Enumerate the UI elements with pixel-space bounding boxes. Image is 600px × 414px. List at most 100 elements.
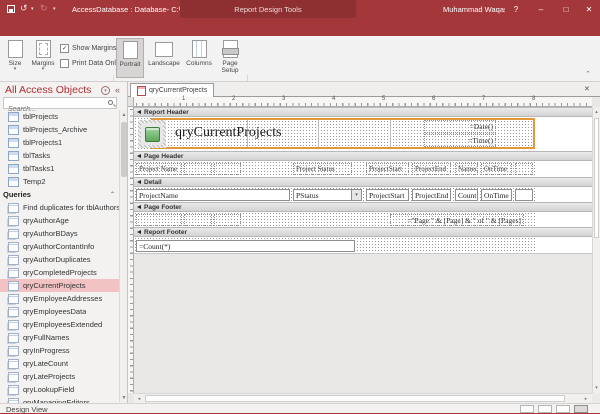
combo-dropdown-icon[interactable]: ▾ <box>351 189 362 201</box>
label-empty[interactable] <box>184 214 212 226</box>
scroll-down-icon[interactable]: ▾ <box>593 383 600 392</box>
document-close-icon[interactable]: ✕ <box>584 85 590 93</box>
nav-item-query[interactable]: qryInProgress <box>0 344 119 357</box>
section-bar-detail[interactable]: Detail <box>134 177 592 187</box>
logo-image-control[interactable] <box>138 120 166 148</box>
minimize-button[interactable]: – <box>530 0 552 18</box>
section-bar-report-footer[interactable]: Report Footer <box>134 227 592 237</box>
label-projectstart[interactable]: ProjectStart <box>366 163 409 175</box>
account-name[interactable]: Muhammad Waqas <box>443 5 505 14</box>
scroll-up-icon[interactable]: ▴ <box>593 107 600 116</box>
page-setup-button[interactable]: Page Setup <box>216 38 244 78</box>
section-bar-page-header[interactable]: Page Header <box>134 151 592 161</box>
textbox-count[interactable]: Count <box>455 189 478 201</box>
nav-item-query[interactable]: qryEmployeesExtended <box>0 318 119 331</box>
horizontal-scrollbar[interactable]: ◂ ▸ <box>134 393 592 403</box>
page-footer-band[interactable]: ="Page " & [Page] & " of " & [Pages] <box>134 212 535 227</box>
nav-group-queries[interactable]: Queries ⌃ <box>0 188 119 201</box>
nav-item-query[interactable]: qryEmployeeAddresses <box>0 292 119 305</box>
document-tab-qrycurrentprojects[interactable]: qryCurrentProjects <box>130 83 214 97</box>
nav-scrollbar[interactable]: ▲ ▼ <box>119 110 127 402</box>
label-empty[interactable] <box>214 214 241 226</box>
time-textbox[interactable]: =Time() <box>424 134 496 147</box>
horizontal-scrollbar-thumb[interactable] <box>145 395 565 402</box>
print-data-only-checkbox[interactable] <box>60 59 69 68</box>
report-footer-band[interactable]: =Count(*) <box>134 237 535 253</box>
show-margins-checkbox[interactable]: ✓ <box>60 44 69 53</box>
section-bar-report-header[interactable]: Report Header <box>134 107 592 117</box>
columns-button[interactable]: Columns <box>184 38 214 78</box>
label-ontime[interactable]: OnTime <box>481 163 512 175</box>
label-empty[interactable] <box>136 214 182 226</box>
label-empty[interactable] <box>184 163 212 175</box>
close-button[interactable]: ✕ <box>578 0 600 18</box>
nav-item-query[interactable]: qryFullNames <box>0 331 119 344</box>
group-collapse-icon[interactable]: ⌃ <box>110 191 119 198</box>
nav-item-query[interactable]: qryAuthorBDays <box>0 227 119 240</box>
nav-item-query[interactable]: qryAuthorAge <box>0 214 119 227</box>
vertical-scrollbar-thumb[interactable] <box>594 118 599 238</box>
show-margins-checkbox-row[interactable]: ✓ Show Margins <box>60 44 116 53</box>
report-design-surface[interactable]: Report Header qryCurrentProjects =Date()… <box>134 107 592 393</box>
help-button[interactable]: ? <box>505 0 527 18</box>
textbox-projectstart[interactable]: ProjectStart <box>366 189 409 201</box>
save-icon[interactable] <box>7 5 15 13</box>
landscape-button[interactable]: Landscape <box>146 38 182 78</box>
scroll-left-icon[interactable]: ◂ <box>134 394 144 403</box>
print-preview-icon[interactable] <box>538 405 552 413</box>
collapse-ribbon-icon[interactable]: ⌃ <box>585 70 591 78</box>
undo-dropdown-icon[interactable]: ▾ <box>31 6 34 12</box>
nav-scrollbar-thumb[interactable] <box>121 122 127 177</box>
label-named[interactable]: Named <box>455 163 478 175</box>
nav-item-query[interactable]: qryAuthorDuplicates <box>0 253 119 266</box>
shutter-bar-icon[interactable]: « <box>115 85 120 95</box>
horizontal-ruler[interactable]: 1 2 3 4 5 6 7 8 <box>134 97 592 107</box>
nav-item-query[interactable]: qryLateProjects <box>0 370 119 383</box>
scroll-right-icon[interactable]: ▸ <box>581 394 591 403</box>
textbox-projectend[interactable]: ProjectEnd <box>412 189 451 201</box>
nav-item-query[interactable]: Find duplicates for tblAuthors <box>0 201 119 214</box>
nav-item-table[interactable]: Temp2 <box>0 175 119 188</box>
nav-menu-circle-icon[interactable]: ▾ <box>101 86 110 95</box>
nav-item-query[interactable]: qryManagingEditors <box>0 396 119 403</box>
nav-item-query[interactable]: qryLateCount <box>0 357 119 370</box>
label-project-status[interactable]: Project Status <box>293 163 352 175</box>
maximize-button[interactable]: □ <box>555 0 577 18</box>
page-number-textbox[interactable]: ="Page " & [Page] & " of " & [Pages] <box>390 214 524 226</box>
count-textbox[interactable]: =Count(*) <box>136 240 355 252</box>
section-bar-page-footer[interactable]: Page Footer <box>134 202 592 212</box>
undo-icon[interactable]: ↺ <box>20 3 28 14</box>
textbox-ontime[interactable]: OnTime <box>481 189 512 201</box>
nav-pane-title[interactable]: All Access Objects <box>5 84 91 96</box>
portrait-button[interactable]: Portrait <box>116 38 144 78</box>
design-view-icon[interactable] <box>574 405 588 413</box>
vertical-scrollbar[interactable]: ▴ ▾ <box>592 107 600 393</box>
margins-button[interactable]: Margins ▾ <box>29 38 57 78</box>
label-empty[interactable] <box>214 163 241 175</box>
nav-item-query[interactable]: qryEmployeesData <box>0 305 119 318</box>
detail-band[interactable]: ProjectName PStatus ▾ ProjectStart Proje… <box>134 187 535 202</box>
textbox-projectname[interactable]: ProjectName <box>136 189 290 201</box>
nav-item-table[interactable]: tblProjects1 <box>0 136 119 149</box>
nav-item-table[interactable]: tblProjects <box>0 110 119 123</box>
nav-item-query-selected[interactable]: qryCurrentProjects <box>0 279 119 292</box>
combobox-pstatus[interactable]: PStatus <box>293 189 352 201</box>
nav-item-table[interactable]: tblTasks1 <box>0 162 119 175</box>
label-project-name[interactable]: Project Name <box>136 163 182 175</box>
nav-item-table[interactable]: tblTasks <box>0 149 119 162</box>
nav-item-query[interactable]: qryAuthorContantInfo <box>0 240 119 253</box>
nav-item-query[interactable]: qryCompletedProjects <box>0 266 119 279</box>
nav-search-box[interactable] <box>3 97 117 109</box>
print-data-only-checkbox-row[interactable]: Print Data Only <box>60 59 119 68</box>
label-projectend[interactable]: ProjectEnd <box>412 163 451 175</box>
scroll-down-icon[interactable]: ▼ <box>120 393 128 402</box>
report-view-icon[interactable] <box>520 405 534 413</box>
label-empty[interactable] <box>515 163 533 175</box>
layout-view-icon[interactable] <box>556 405 570 413</box>
size-button[interactable]: Size ▾ <box>3 38 27 78</box>
page-header-band[interactable]: Project Name Project Status ProjectStart… <box>134 161 535 177</box>
date-textbox[interactable]: =Date() <box>424 120 496 133</box>
report-title-label[interactable]: qryCurrentProjects <box>175 125 282 141</box>
scroll-up-icon[interactable]: ▲ <box>120 110 128 119</box>
textbox-empty[interactable] <box>515 189 533 201</box>
